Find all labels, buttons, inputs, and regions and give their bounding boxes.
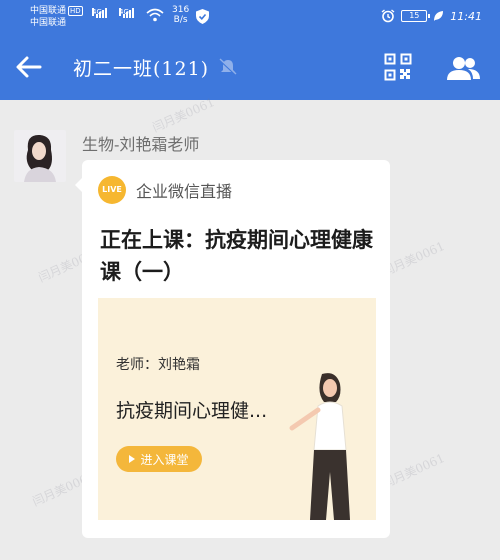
sender-name: 生物-刘艳霜老师 [82, 135, 200, 154]
hd-badge: HD [68, 6, 83, 16]
speed-unit: B/s [173, 15, 188, 25]
signal-2-icon: 4G [119, 8, 134, 18]
battery-level: 15 [409, 11, 420, 20]
live-badge: LIVE [98, 176, 126, 204]
wifi-icon [146, 8, 164, 22]
avatar-portrait [14, 130, 66, 182]
carrier-info: 中国联通 HD 中国联通 [30, 5, 83, 29]
back-arrow-icon[interactable] [14, 52, 44, 82]
chat-title: 初二一班(121) [73, 58, 210, 80]
live-cover[interactable]: 老师：刘艳霜 抗疫期间心理健... 进入课堂 [98, 298, 376, 520]
group-members-icon[interactable] [446, 55, 482, 81]
signal-1-icon: 4G [92, 8, 107, 18]
card-headline: 正在上课：抗疫期间心理健康课（一） [100, 227, 373, 284]
enter-class-button[interactable]: 进入课堂 [116, 446, 202, 472]
clock-time: 11:41 [450, 9, 482, 23]
carrier-1: 中国联通 [30, 6, 67, 16]
system-status: 15 11:41 [381, 9, 482, 23]
top-bar: 中国联通 HD 中国联通 4G 4G 316 B/s 15 11:41 初二一班… [0, 0, 500, 100]
qr-code-icon[interactable] [384, 53, 412, 81]
avatar[interactable] [14, 130, 66, 182]
network-type-2: 4G [119, 8, 129, 16]
cover-teacher: 老师：刘艳霜 [116, 357, 200, 373]
carrier-2: 中国联通 [30, 18, 67, 28]
play-icon [129, 455, 136, 463]
shield-check-icon [196, 9, 209, 24]
enter-class-label: 进入课堂 [140, 452, 189, 467]
leaf-icon [434, 11, 444, 21]
network-type-1: 4G [92, 8, 102, 16]
mute-bell-icon [219, 58, 237, 76]
cover-course-title: 抗疫期间心理健... [116, 400, 268, 422]
speed-value: 316 [172, 5, 190, 15]
live-card[interactable]: LIVE 企业微信直播 正在上课：抗疫期间心理健康课（一） 老师：刘艳霜 抗疫期… [75, 160, 390, 538]
network-speed: 316 B/s [172, 5, 189, 25]
battery-icon: 15 [401, 10, 431, 22]
card-source: 企业微信直播 [136, 182, 233, 201]
alarm-clock-icon [381, 9, 395, 23]
status-bar: 中国联通 HD 中国联通 4G 4G 316 B/s 15 11:41 [0, 0, 500, 34]
teacher-illustration [289, 373, 350, 520]
